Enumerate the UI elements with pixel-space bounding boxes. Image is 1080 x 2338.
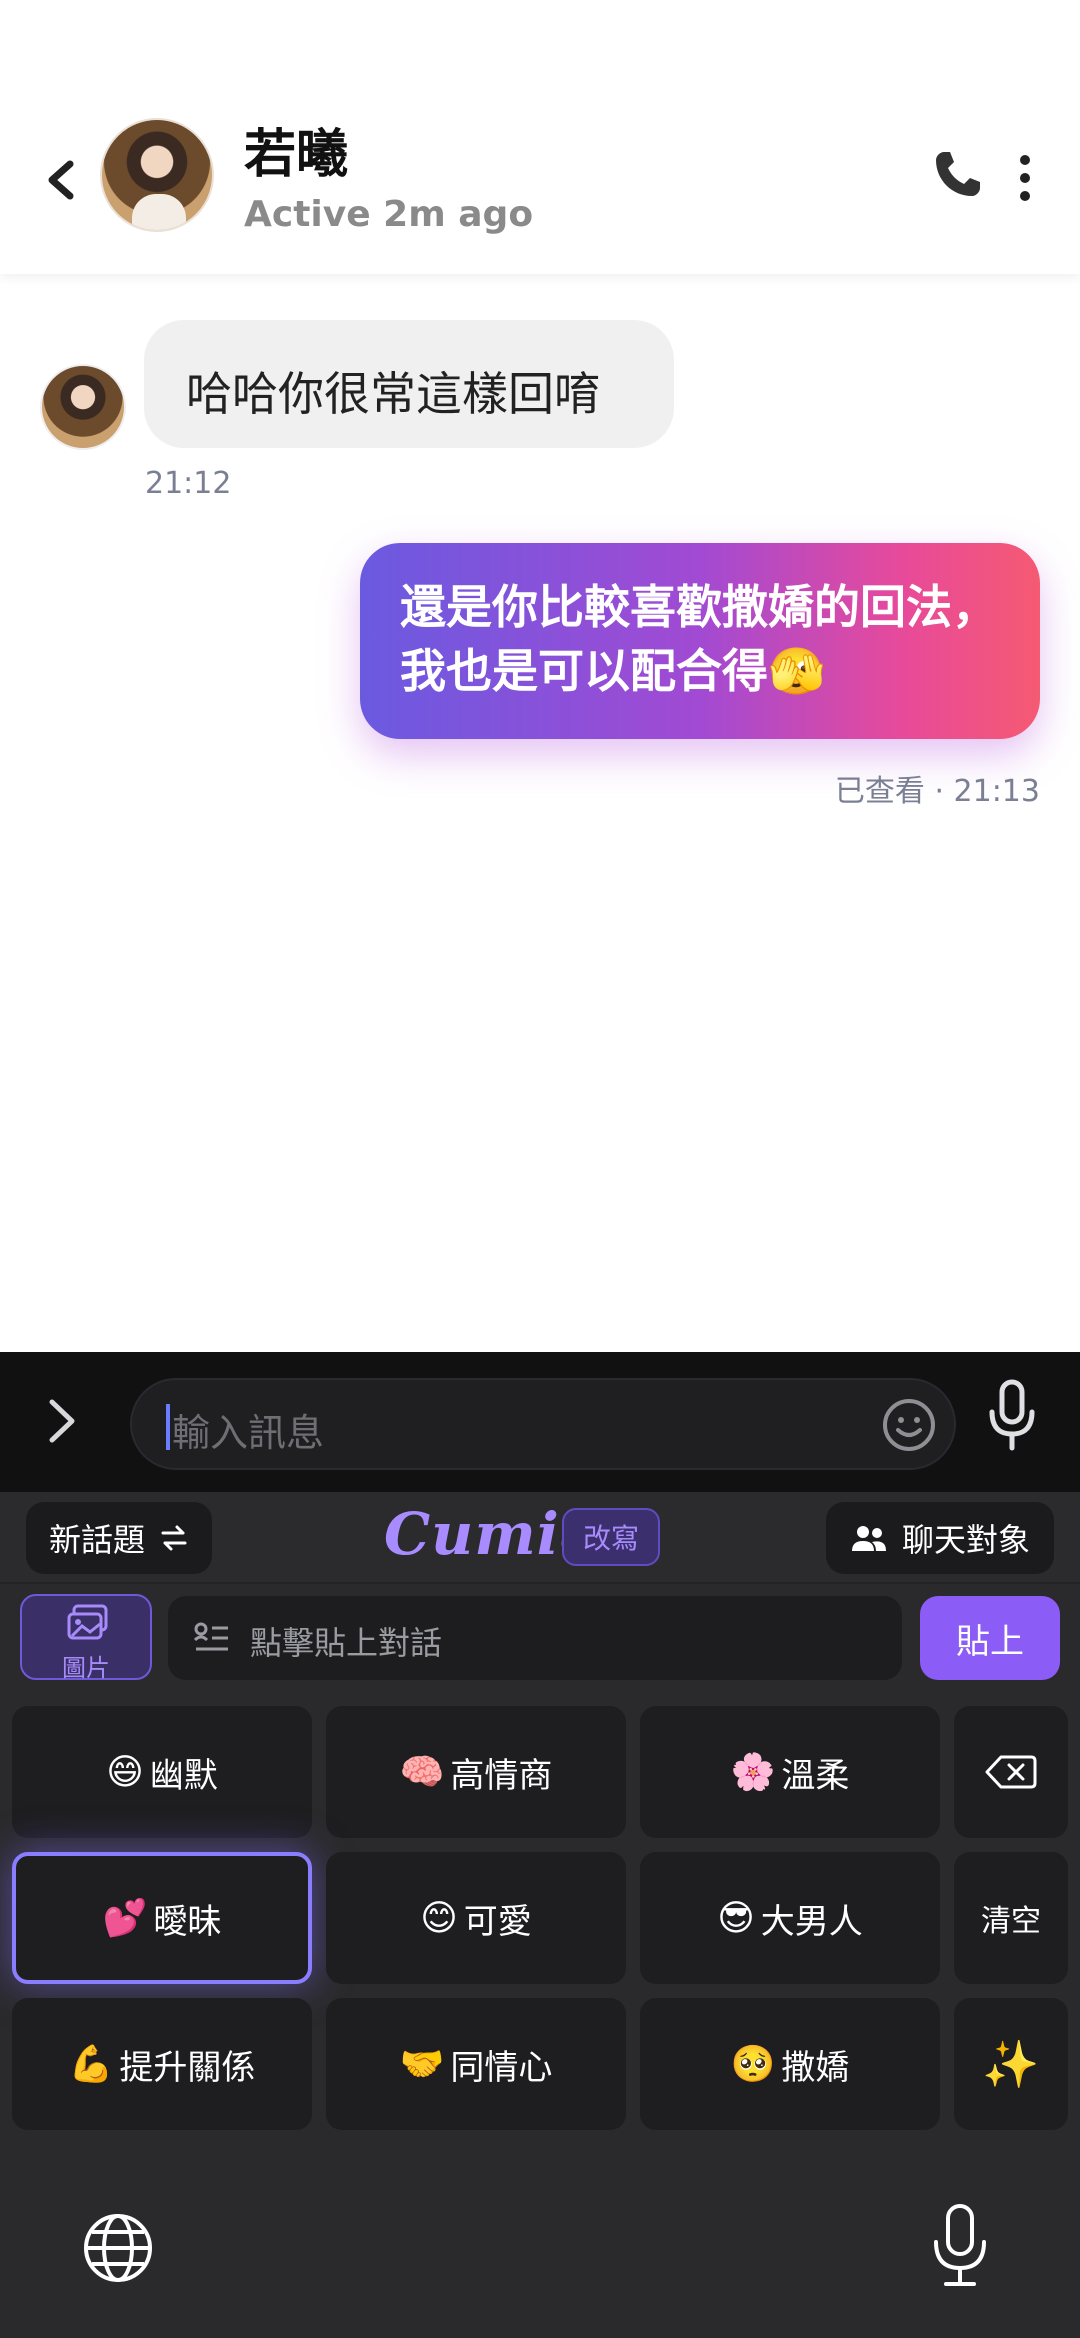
- backspace-key[interactable]: [954, 1706, 1068, 1838]
- chat-target-button[interactable]: 聊天對象: [826, 1502, 1054, 1574]
- tone-label: 溫柔: [781, 1755, 850, 1796]
- tone-key-gentle[interactable]: 🌸 溫柔: [640, 1706, 940, 1838]
- paste-conversation-field[interactable]: 點擊貼上對話: [168, 1596, 902, 1680]
- back-button[interactable]: [42, 150, 78, 210]
- more-options-icon[interactable]: [1010, 150, 1040, 206]
- sunglasses-emoji-icon: 😎: [717, 1897, 755, 1939]
- sparkles-key[interactable]: ✨: [954, 1998, 1068, 2130]
- new-topic-button[interactable]: 新話題: [26, 1502, 212, 1574]
- tone-label: 幽默: [149, 1755, 218, 1796]
- paste-button[interactable]: 貼上: [920, 1596, 1060, 1680]
- text-caret: [166, 1404, 170, 1450]
- active-status: Active 2m ago: [244, 194, 534, 235]
- tone-label: 撒嬌: [781, 2047, 850, 2088]
- tone-label: 曖昧: [153, 1901, 222, 1942]
- laughing-emoji-icon: 😄: [106, 1751, 144, 1793]
- smile-emoji-icon: 😊: [420, 1897, 458, 1939]
- tone-key-eq[interactable]: 🧠 高情商: [326, 1706, 626, 1838]
- image-button[interactable]: 圖片: [20, 1594, 152, 1682]
- chat-target-label: 聊天對象: [901, 1521, 1030, 1559]
- dictation-microphone-icon[interactable]: [930, 2200, 990, 2292]
- contact-name[interactable]: 若曦: [244, 112, 348, 187]
- tone-key-humor[interactable]: 😄 幽默: [12, 1706, 312, 1838]
- rewrite-button[interactable]: 改寫: [562, 1508, 660, 1566]
- paste-placeholder: 點擊貼上對話: [250, 1624, 443, 1662]
- message-time: 21:12: [145, 466, 232, 501]
- handshake-emoji-icon: 🤝: [399, 2044, 445, 2085]
- microphone-icon[interactable]: [984, 1376, 1040, 1456]
- tone-label: 同情心: [450, 2047, 553, 2088]
- new-topic-label: 新話題: [48, 1521, 145, 1559]
- composer-bar: 輸入訊息: [0, 1352, 1080, 1492]
- chevron-left-icon: [48, 160, 74, 200]
- tone-key-cute[interactable]: 😊 可愛: [326, 1852, 626, 1984]
- chevron-right-icon[interactable]: [40, 1390, 86, 1452]
- flexed-biceps-emoji-icon: 💪: [68, 2044, 114, 2085]
- pleading-face-emoji-icon: 🥺: [730, 2044, 776, 2085]
- blossom-emoji-icon: 🌸: [730, 1752, 776, 1793]
- tone-label: 高情商: [450, 1755, 553, 1796]
- tone-key-macho[interactable]: 😎 大男人: [640, 1852, 940, 1984]
- globe-icon[interactable]: [80, 2210, 156, 2286]
- contact-avatar[interactable]: [100, 118, 214, 232]
- outgoing-message[interactable]: 還是你比較喜歡撒嬌的回法，我也是可以配合得🫣: [360, 543, 1040, 739]
- read-status: 已查看 · 21:13: [834, 774, 1040, 809]
- contact-list-icon: [194, 1622, 228, 1651]
- tone-key-empathy[interactable]: 🤝 同情心: [326, 1998, 626, 2130]
- message-input-placeholder: 輸入訊息: [172, 1411, 325, 1455]
- hearts-emoji-icon: 💕: [102, 1898, 148, 1939]
- tone-label: 大男人: [760, 1901, 863, 1942]
- tone-key-coquettish[interactable]: 🥺 撒嬌: [640, 1998, 940, 2130]
- chat-header: 若曦 Active 2m ago: [0, 0, 1080, 274]
- message-avatar[interactable]: [40, 364, 126, 450]
- incoming-message[interactable]: 哈哈你很常這樣回唷: [144, 320, 674, 448]
- brain-emoji-icon: 🧠: [399, 1752, 445, 1793]
- tone-label: 提升關係: [119, 2047, 256, 2088]
- message-input[interactable]: 輸入訊息: [130, 1378, 956, 1470]
- clear-key[interactable]: 清空: [954, 1852, 1068, 1984]
- emoji-icon[interactable]: [880, 1396, 938, 1454]
- backspace-icon: [985, 1755, 1037, 1789]
- cumie-keyboard: 新話題 Cumie 改寫 聊天對象 圖片 點擊貼上對話 貼上 😄 幽默 🧠 高情…: [0, 1492, 1080, 2338]
- swap-icon: [161, 1525, 187, 1551]
- sparkles-icon: ✨: [982, 2036, 1040, 2091]
- tone-label: 可愛: [463, 1901, 532, 1942]
- image-button-label: 圖片: [62, 1654, 110, 1682]
- tone-key-flirty[interactable]: 💕 曖昧: [12, 1852, 312, 1984]
- people-icon: [851, 1526, 886, 1551]
- image-icon: [67, 1604, 108, 1640]
- phone-icon[interactable]: [930, 146, 986, 202]
- tone-key-relationship[interactable]: 💪 提升關係: [12, 1998, 312, 2130]
